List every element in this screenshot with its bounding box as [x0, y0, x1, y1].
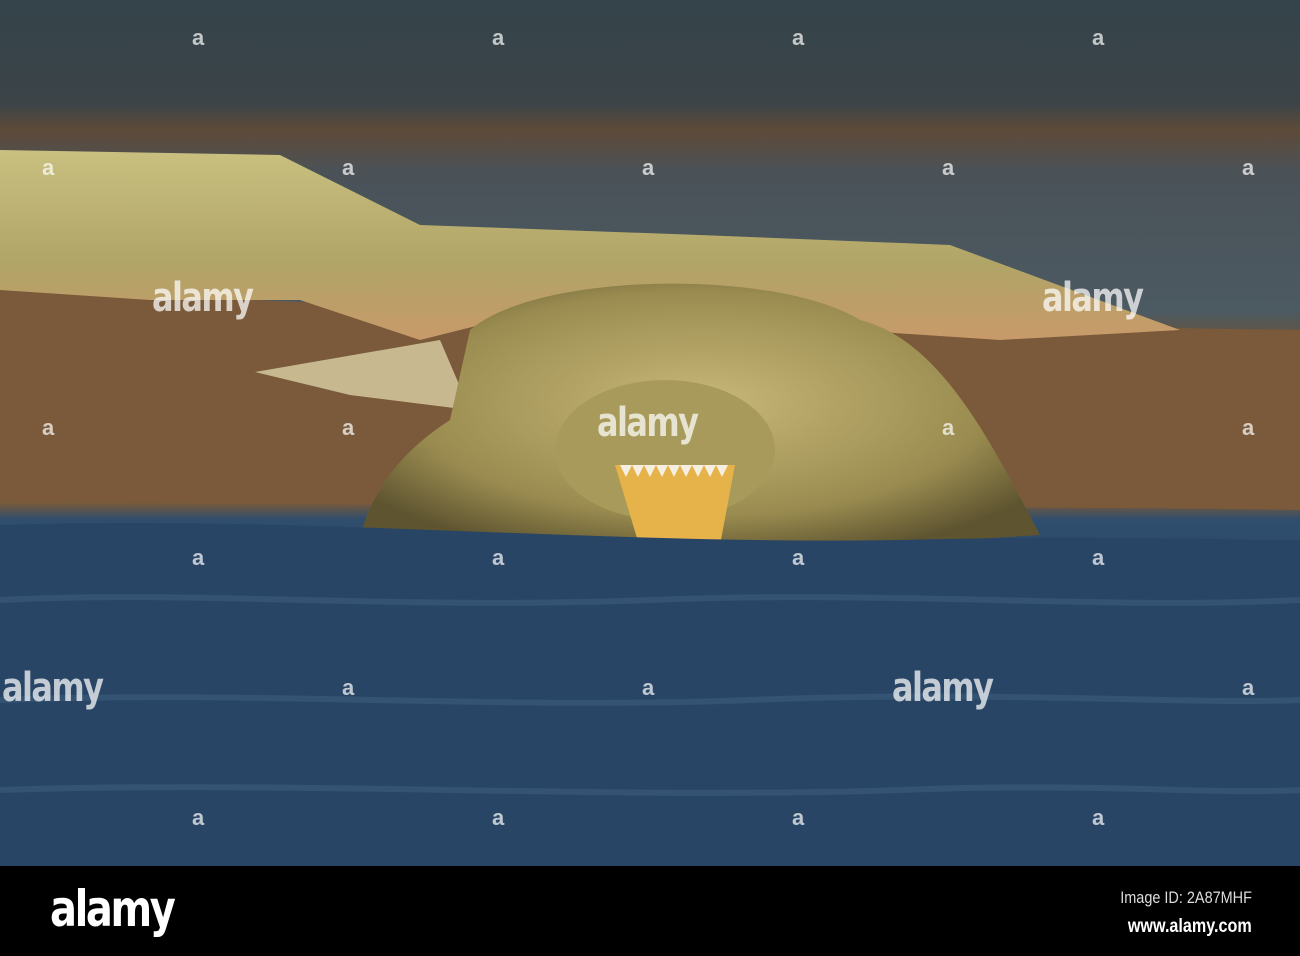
- watermark-mark: a: [492, 25, 505, 50]
- image-id: Image ID: 2A87MHF: [1120, 888, 1252, 907]
- watermark-mark: a: [342, 155, 355, 180]
- watermark-mark: a: [1092, 25, 1105, 50]
- website-link[interactable]: www.alamy.com: [1128, 916, 1252, 938]
- watermark-mark: a: [1092, 545, 1105, 570]
- watermark-mark: a: [42, 155, 55, 180]
- alamy-logo: alamy: [50, 880, 176, 938]
- stock-photo-page: alamy alamy alamy alamy alamy a a a a a …: [0, 0, 1300, 956]
- watermark-mark: a: [642, 155, 655, 180]
- watermark: alamy: [2, 665, 104, 711]
- watermark: alamy: [1042, 275, 1144, 321]
- watermark-mark: a: [492, 805, 505, 830]
- watermark-mark: a: [192, 805, 205, 830]
- watermark-mark: a: [942, 415, 955, 440]
- footer-bar: alamy Image ID: 2A87MHF www.alamy.com: [0, 866, 1300, 956]
- watermark-mark: a: [492, 545, 505, 570]
- watermark-mark: a: [342, 415, 355, 440]
- watermark-mark: a: [792, 805, 805, 830]
- watermark-mark: a: [192, 545, 205, 570]
- watermark-mark: a: [1242, 155, 1255, 180]
- watermark-mark: a: [792, 545, 805, 570]
- watermark-mark: a: [192, 25, 205, 50]
- watermark-mark: a: [642, 675, 655, 700]
- watermark-mark: a: [1242, 675, 1255, 700]
- watermark-mark: a: [792, 25, 805, 50]
- watermark-mark: a: [42, 415, 55, 440]
- watermark: alamy: [597, 400, 699, 446]
- watermark-mark: a: [942, 155, 955, 180]
- watermark-mark: a: [342, 675, 355, 700]
- watermark: alamy: [892, 665, 994, 711]
- watermark-mark: a: [1242, 415, 1255, 440]
- watermark-mark: a: [1092, 805, 1105, 830]
- watermark: alamy: [152, 275, 254, 321]
